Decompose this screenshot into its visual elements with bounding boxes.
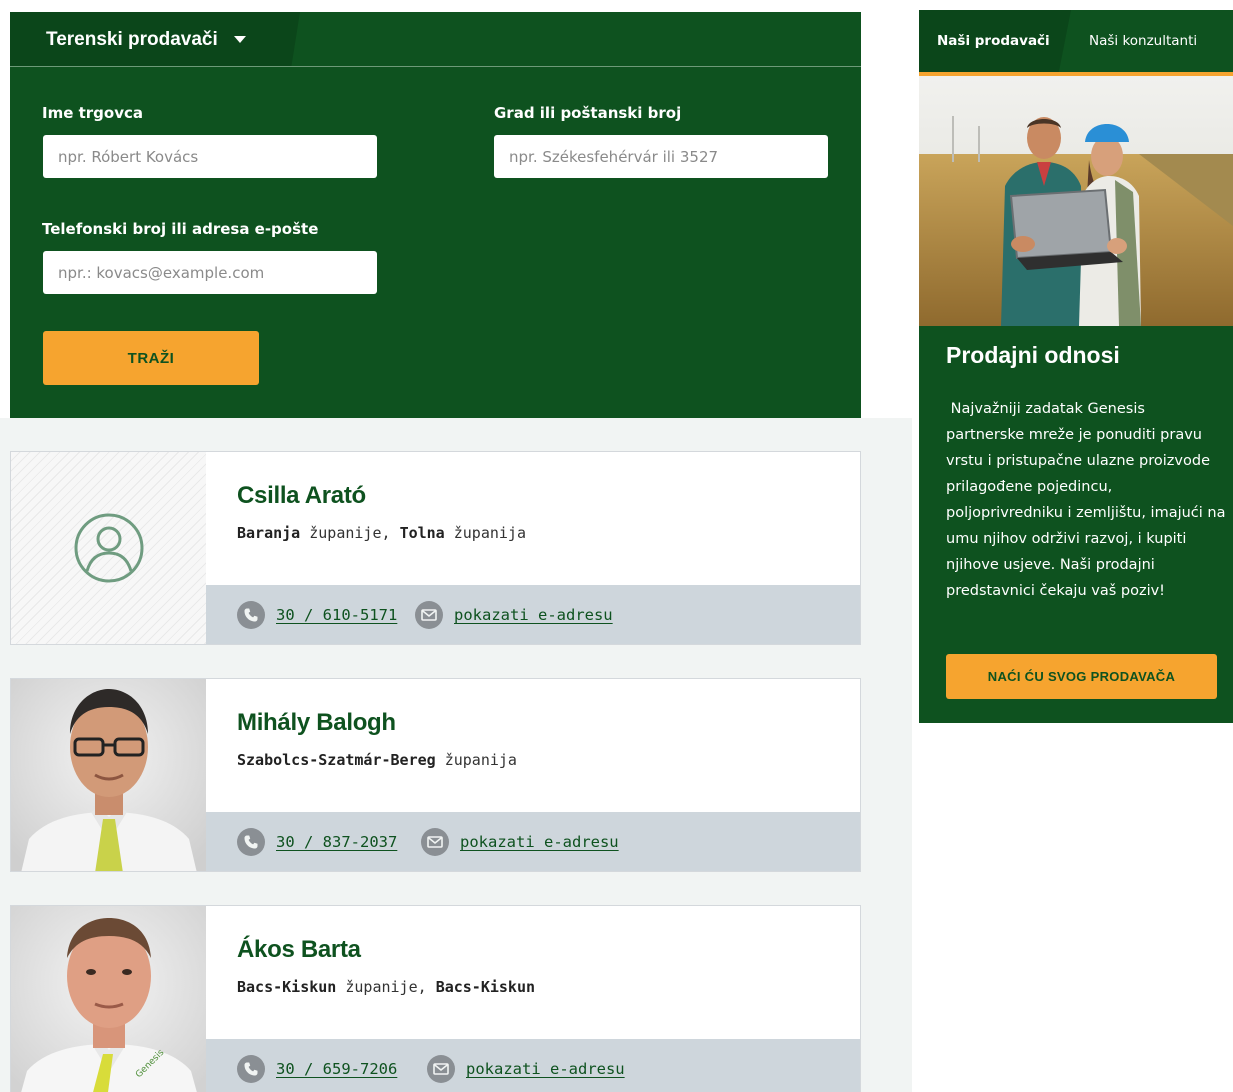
envelope-icon: [421, 828, 449, 856]
tab-our-consultants[interactable]: Naši konzultanti: [1089, 10, 1197, 72]
sales-relations-sidebar: Naši prodavači Naši konzultanti Prodajni…: [919, 10, 1233, 723]
seller-card: Genesis Ákos Barta Bacs-Kiskun županije,…: [10, 905, 861, 1092]
seller-contact-bar: 30 / 659-7206 pokazati e-adresu: [206, 1039, 860, 1092]
region-name: Baranja: [237, 524, 301, 542]
seller-photo: Genesis: [11, 906, 206, 1092]
seller-region: Bacs-Kiskun županije, Bacs-Kiskun: [237, 978, 535, 996]
region-name: Szabolcs-Szatmár-Bereg: [237, 751, 436, 769]
seller-type-dropdown[interactable]: Terenski prodavači: [10, 12, 300, 67]
panel-divider: [10, 66, 861, 67]
sidebar-tabs: Naši prodavači Naši konzultanti: [919, 10, 1233, 72]
contact-input[interactable]: [43, 251, 377, 294]
seller-name: Mihály Balogh: [237, 709, 396, 736]
search-button[interactable]: TRAŽI: [43, 331, 259, 385]
seller-type-dropdown-label: Terenski prodavači: [46, 28, 218, 50]
farmers-field-image: [919, 76, 1233, 326]
region-suffix: županije,: [336, 978, 436, 996]
envelope-icon: [415, 601, 443, 629]
seller-card: Csilla Arató Baranja županije, Tolna žup…: [10, 451, 861, 645]
region-name: Bacs-Kiskun: [435, 978, 536, 996]
seller-name: Ákos Barta: [237, 936, 361, 963]
show-email-link[interactable]: pokazati e-adresu: [454, 606, 613, 624]
city-field-label: Grad ili poštanski broj: [494, 104, 682, 122]
seller-region: Szabolcs-Szatmár-Bereg županija: [237, 751, 517, 769]
phone-contact: 30 / 610-5171: [237, 601, 397, 629]
email-contact: pokazati e-adresu: [415, 601, 613, 629]
sidebar-description: Najvažniji zadatak Genesis partnerske mr…: [946, 401, 1231, 599]
search-panel: Terenski prodavači Ime trgovca Grad ili …: [10, 12, 861, 418]
phone-icon: [237, 828, 265, 856]
email-contact: pokazati e-adresu: [421, 828, 619, 856]
caret-down-icon: [233, 36, 246, 43]
seller-photo: [11, 679, 206, 871]
contact-field-label: Telefonski broj ili adresa e-pošte: [42, 220, 319, 238]
city-input[interactable]: [494, 135, 828, 178]
phone-icon: [237, 601, 265, 629]
seller-region: Baranja županije, Tolna županija: [237, 524, 526, 542]
phone-link[interactable]: 30 / 610-5171: [276, 606, 397, 624]
seller-name: Csilla Arató: [237, 482, 366, 509]
phone-icon: [237, 1055, 265, 1083]
name-input[interactable]: [43, 135, 377, 178]
phone-link[interactable]: 30 / 837-2037: [276, 833, 397, 851]
phone-contact: 30 / 837-2037: [237, 828, 397, 856]
sidebar-title: Prodajni odnosi: [946, 342, 1120, 368]
seller-contact-bar: 30 / 837-2037 pokazati e-adresu: [206, 812, 860, 871]
find-my-seller-button[interactable]: NAĆI ĆU SVOG PRODAVAČA: [946, 654, 1217, 699]
region-suffix: županije,: [300, 524, 400, 542]
region-name: Bacs-Kiskun: [237, 978, 337, 996]
tab-our-sellers[interactable]: Naši prodavači: [919, 10, 1071, 72]
region-name: Tolna: [399, 524, 445, 542]
seller-contact-bar: 30 / 610-5171 pokazati e-adresu: [206, 585, 860, 644]
region-suffix: županija: [435, 751, 517, 769]
region-suffix: županija: [444, 524, 526, 542]
show-email-link[interactable]: pokazati e-adresu: [466, 1060, 625, 1078]
seller-photo-placeholder: [11, 452, 206, 644]
email-contact: pokazati e-adresu: [427, 1055, 625, 1083]
name-field-label: Ime trgovca: [42, 104, 144, 122]
seller-card: Mihály Balogh Szabolcs-Szatmár-Bereg žup…: [10, 678, 861, 872]
phone-link[interactable]: 30 / 659-7206: [276, 1060, 397, 1078]
envelope-icon: [427, 1055, 455, 1083]
show-email-link[interactable]: pokazati e-adresu: [460, 833, 619, 851]
user-avatar-icon: [74, 513, 144, 583]
phone-contact: 30 / 659-7206: [237, 1055, 397, 1083]
